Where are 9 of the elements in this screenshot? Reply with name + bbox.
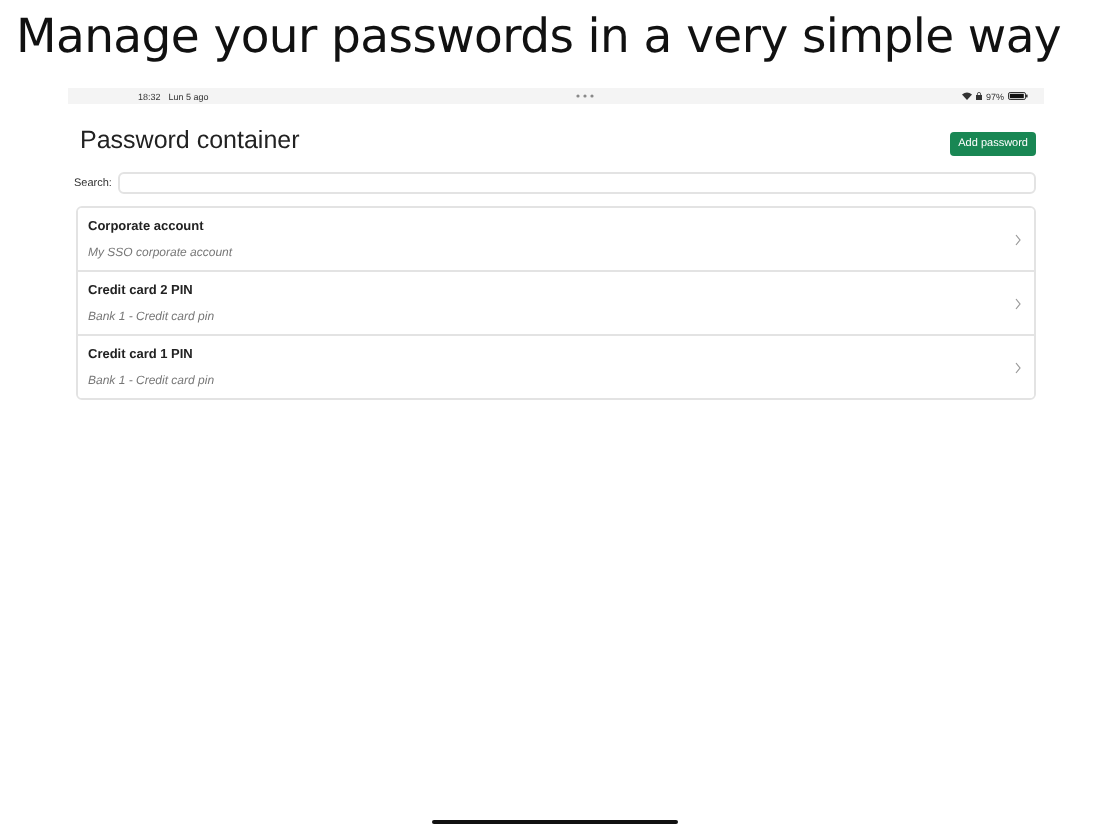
- search-field[interactable]: [117, 172, 1036, 194]
- wifi-icon: [961, 92, 972, 100]
- headline: Manage your passwords in a very simple way: [16, 6, 1064, 68]
- page-title: Password container: [80, 124, 300, 158]
- chevron-right-icon: [1014, 297, 1022, 309]
- lock-icon: [975, 92, 982, 100]
- chevron-right-icon: [1014, 233, 1022, 245]
- chevron-right-icon: [1014, 361, 1022, 373]
- battery-icon: [1008, 92, 1028, 100]
